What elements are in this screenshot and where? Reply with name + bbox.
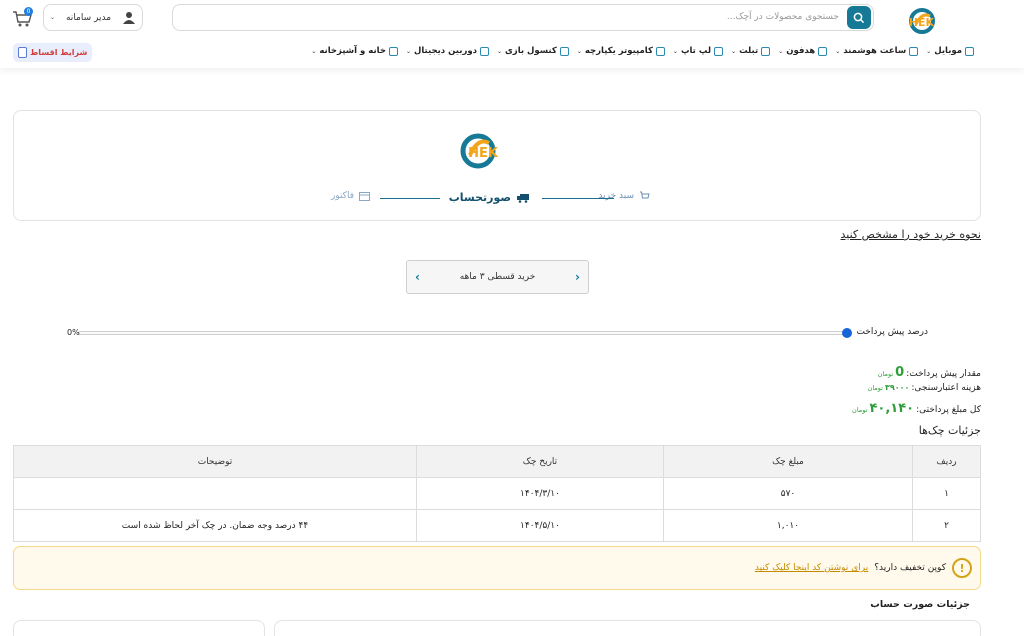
installment-plan-selector[interactable]: ‹ خرید قسطی ۳ ماهه › — [406, 260, 589, 294]
document-icon — [18, 47, 27, 58]
step-cart[interactable]: سبد خرید — [598, 191, 650, 201]
column-header: تاریخ چک — [416, 445, 664, 478]
laptop-icon — [714, 46, 724, 56]
watch-icon — [909, 46, 919, 56]
nav-item-home-kitchen[interactable]: خانه و آشپزخانه ⌄ — [311, 46, 398, 56]
prepayment-slider-track[interactable] — [78, 331, 848, 335]
user-icon — [123, 11, 135, 24]
coupon-question: کوپن تخفیف دارید؟ — [874, 563, 946, 573]
step-factor[interactable]: فاکتور — [331, 191, 370, 201]
prepay-amount-value: 0 — [895, 365, 905, 380]
chevron-down-icon: ⌄ — [731, 47, 737, 55]
column-header: مبلغ چک — [663, 445, 913, 478]
plan-label: خرید قسطی ۳ ماهه — [459, 272, 536, 282]
svg-text:HEK: HEK — [909, 16, 935, 29]
user-name: مدیر سامانه — [65, 12, 112, 23]
search-bar[interactable]: جستجوی محصولات در آچک... — [172, 4, 874, 31]
invoice-details-title: جزئیات صورت حساب — [870, 599, 970, 610]
nav-item-all-in-one[interactable]: کامپیوتر یکپارچه ⌄ — [577, 46, 665, 56]
nav-item-camera[interactable]: دوربین دیجیتال ⌄ — [406, 46, 489, 56]
nav-item-smartwatch[interactable]: ساعت هوشمند ⌄ — [835, 46, 919, 56]
credit-check-fee-row: هزینه اعتبارسنجی: ۳۹۰۰۰ تومان — [867, 383, 981, 393]
nav-item-mobile[interactable]: موبایل ⌄ — [926, 46, 974, 56]
column-header: توضیحات — [13, 445, 417, 478]
search-input[interactable]: جستجوی محصولات در آچک... — [727, 12, 839, 22]
prepayment-slider-label: درصد پیش پرداخت — [856, 327, 928, 337]
checks-table: ردیف مبلغ چک تاریخ چک توضیحات ۱ ۵۷۰ ۱۴۰۴… — [13, 445, 981, 542]
coupon-link[interactable]: برای نوشتن کد اینجا کلیک کنید — [755, 563, 868, 573]
mobile-icon — [965, 46, 974, 56]
table-row: ۱ ۵۷۰ ۱۴۰۴/۳/۱۰ — [13, 477, 981, 510]
search-button[interactable] — [847, 6, 871, 29]
nav-item-tablet[interactable]: تبلت ⌄ — [731, 46, 771, 56]
checkout-steps-card: HEK سبد خرید صورتحساب فاکتور — [13, 110, 981, 221]
brand-logo: HEK — [460, 133, 499, 169]
table-row: ۲ ۱,۰۱۰ ۱۴۰۴/۵/۱۰ ۴۴ درصد وجه ضمان. در چ… — [13, 509, 981, 542]
chevron-down-icon: ⌄ — [405, 47, 411, 55]
column-header: ردیف — [912, 445, 981, 478]
category-nav: موبایل ⌄ ساعت هوشمند ⌄ هدفون ⌄ تبلت ⌄ لپ تاپ… — [311, 46, 974, 56]
total-payment-row: کل مبلغ پرداختی: ۴۰,۱۴۰ تومان — [852, 401, 981, 416]
total-payment-value: ۴۰,۱۴۰ — [869, 401, 915, 416]
user-menu[interactable]: مدیر سامانه ⌄ — [43, 4, 143, 31]
invoice-details-box — [274, 620, 981, 636]
tablet-icon — [761, 46, 771, 56]
brand-logo[interactable]: HEK — [908, 4, 972, 36]
installment-terms-button[interactable]: شرایط اقساط — [13, 43, 93, 62]
monitor-icon — [655, 46, 665, 56]
purchase-method-link[interactable]: نحوه خرید خود را مشخص کنید — [841, 228, 981, 241]
card-icon — [359, 191, 370, 201]
checks-title: جزئیات چک‌ها — [918, 424, 981, 437]
chevron-down-icon: ⌄ — [835, 47, 841, 55]
chevron-down-icon: ⌄ — [311, 47, 317, 55]
prepayment-slider-value: 0% — [67, 328, 80, 337]
headphone-icon — [818, 46, 828, 56]
chevron-left-icon[interactable]: › — [415, 270, 420, 284]
invoice-summary-box — [13, 620, 265, 636]
truck-icon — [517, 193, 529, 203]
chevron-down-icon: ⌄ — [576, 47, 582, 55]
nav-item-console[interactable]: کنسول بازی ⌄ — [497, 46, 569, 56]
step-connector — [380, 198, 440, 199]
cart-count-badge: 0 — [24, 7, 33, 16]
credit-check-fee-value: ۳۹۰۰۰ — [884, 383, 910, 392]
chevron-down-icon: ⌄ — [778, 47, 784, 55]
chevron-down-icon: ⌄ — [50, 14, 56, 21]
kitchen-icon — [388, 46, 398, 56]
nav-item-laptop[interactable]: لپ تاپ ⌄ — [672, 46, 724, 56]
step-connector — [542, 198, 614, 199]
prepay-amount-row: مقدار پیش پرداخت: 0 تومان — [877, 365, 981, 380]
gamepad-icon — [559, 46, 569, 56]
coupon-notice: ! کوپن تخفیف دارید؟ برای نوشتن کد اینجا … — [13, 546, 981, 590]
chevron-right-icon[interactable]: ‹ — [575, 270, 580, 284]
search-icon — [853, 12, 865, 23]
site-header: HEK جستجوی محصولات در آچک... مدیر سامانه… — [0, 0, 1024, 68]
warning-icon: ! — [952, 558, 972, 578]
svg-text:HEK: HEK — [468, 146, 499, 161]
chevron-down-icon: ⌄ — [496, 47, 503, 55]
nav-item-headphone[interactable]: هدفون ⌄ — [778, 46, 828, 56]
step-invoice[interactable]: صورتحساب — [449, 191, 530, 204]
cart-icon — [640, 191, 650, 199]
chevron-down-icon: ⌄ — [926, 47, 932, 55]
table-header-row: ردیف مبلغ چک تاریخ چک توضیحات — [13, 445, 981, 478]
prepayment-slider-thumb[interactable] — [842, 328, 852, 338]
camera-icon — [479, 46, 489, 56]
chevron-down-icon: ⌄ — [672, 47, 678, 55]
